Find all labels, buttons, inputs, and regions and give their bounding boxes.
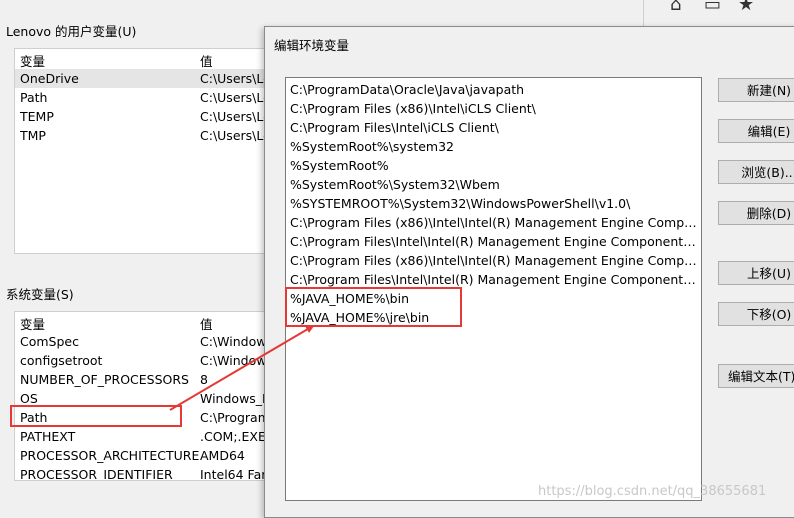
annotation-arrow (169, 324, 315, 411)
watermark: https://blog.csdn.net/qq_38655681 (538, 484, 767, 499)
